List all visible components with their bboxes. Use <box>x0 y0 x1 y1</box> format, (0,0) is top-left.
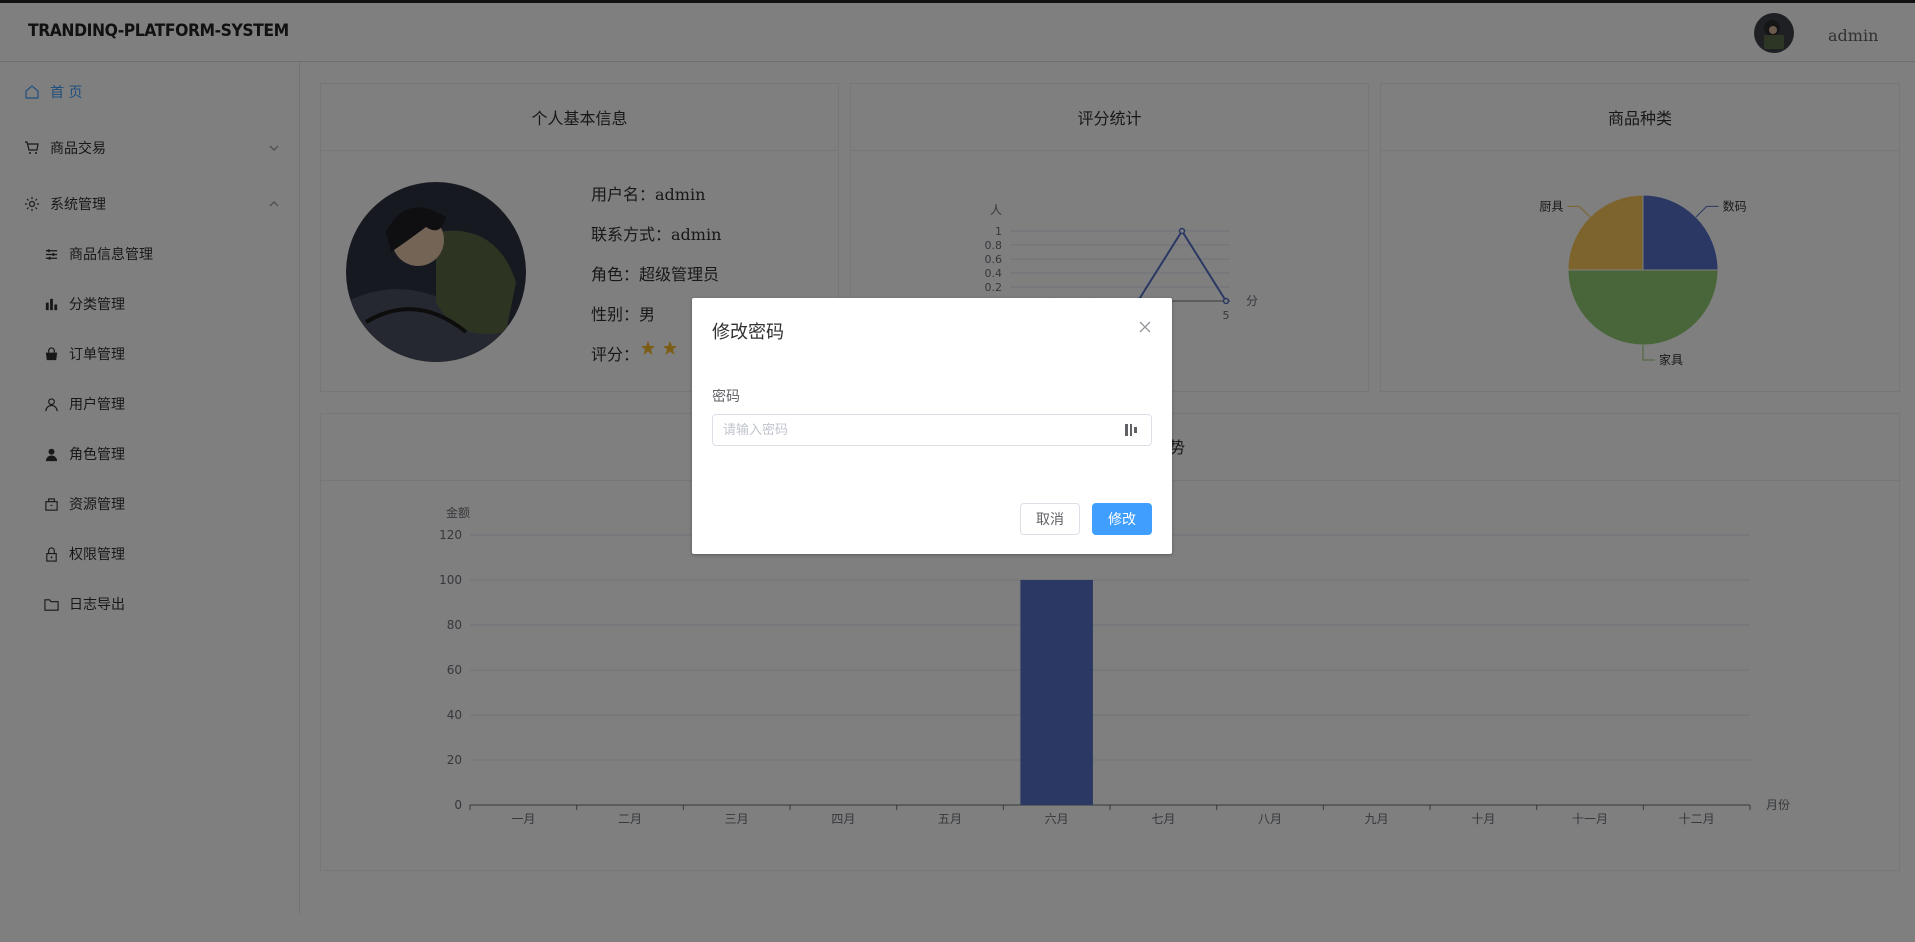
change-password-dialog: 修改密码 密码 取消 修改 <box>692 298 1172 554</box>
password-label: 密码 <box>712 389 740 405</box>
password-input[interactable] <box>712 414 1152 446</box>
close-icon[interactable] <box>1138 320 1152 334</box>
dialog-title: 修改密码 <box>712 322 784 343</box>
password-toggle-icon[interactable] <box>1124 422 1138 438</box>
cancel-button[interactable]: 取消 <box>1020 503 1080 535</box>
confirm-button[interactable]: 修改 <box>1092 503 1152 535</box>
